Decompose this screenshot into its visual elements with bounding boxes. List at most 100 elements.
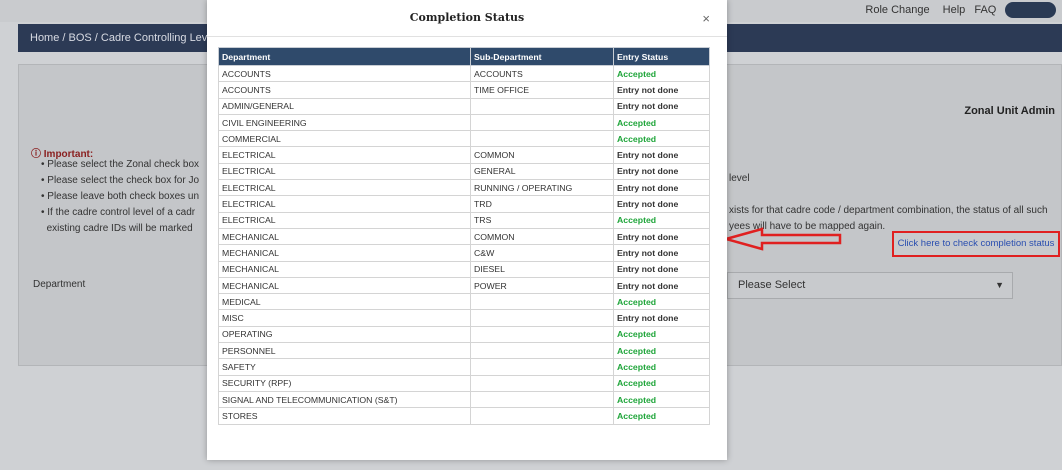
department-cell: MECHANICAL [218, 244, 471, 262]
department-select[interactable]: Please Select ▼ [727, 272, 1013, 299]
faq-link[interactable]: FAQ [974, 4, 996, 16]
department-cell: ACCOUNTS [218, 81, 471, 99]
entry-status-cell: Entry not done [613, 146, 710, 164]
entry-status-cell: Entry not done [613, 179, 710, 197]
sub-department-cell: TRD [470, 195, 614, 213]
table-row: ACCOUNTS TIME OFFICE Entry not done [218, 81, 710, 99]
sub-department-cell [470, 293, 614, 311]
sub-department-cell [470, 342, 614, 360]
sub-department-cell: COMMON [470, 146, 614, 164]
table-row: SIGNAL AND TELECOMMUNICATION (S&T) Accept… [218, 390, 710, 409]
department-cell: SAFETY [218, 358, 471, 376]
sub-department-cell: TIME OFFICE [470, 81, 614, 99]
modal-title: Completion Status [409, 11, 525, 24]
department-cell: ACCOUNTS [218, 64, 471, 83]
department-cell: PERSONNEL [218, 342, 471, 360]
department-cell: MECHANICAL [218, 276, 471, 295]
entry-status-cell: Entry not done [613, 309, 710, 327]
alert-icon: ⓘ [31, 149, 41, 160]
instruction-item: existing cadre IDs will be marked [46, 223, 193, 234]
help-link[interactable]: Help [943, 4, 966, 16]
top-bar-links: Role Change Help FAQ [865, 2, 1056, 18]
table-row: PERSONNEL Accepted [218, 342, 710, 360]
table-row: MECHANICAL COMMON Entry not done [218, 227, 710, 246]
entry-status-cell: Accepted [613, 113, 710, 132]
entry-status-cell: Accepted [613, 374, 710, 392]
sub-department-cell [470, 97, 614, 115]
entry-status-cell: Accepted [613, 407, 710, 425]
department-cell: ADMIN/GENERAL [218, 97, 471, 115]
table-row: ELECTRICAL RUNNING / OPERATING Entry not d… [218, 179, 710, 197]
role-change-link[interactable]: Role Change [865, 4, 929, 16]
department-cell: ELECTRICAL [218, 195, 471, 213]
department-cell: STORES [218, 407, 471, 425]
entry-status-cell: Entry not done [613, 162, 710, 181]
entry-status-cell: Entry not done [613, 260, 710, 278]
department-cell: MISC [218, 309, 471, 327]
department-cell: MECHANICAL [218, 227, 471, 246]
user-menu-button[interactable] [1005, 2, 1056, 18]
sub-department-cell [470, 325, 614, 344]
table-row: MECHANICAL DIESEL Entry not done [218, 260, 710, 278]
sub-department-cell: TRS [470, 211, 614, 229]
department-cell: SIGNAL AND TELECOMMUNICATION (S&T) [218, 390, 471, 409]
sub-department-cell: POWER [470, 276, 614, 295]
table-row: ELECTRICAL COMMON Entry not done [218, 146, 710, 164]
entry-status-cell: Entry not done [613, 244, 710, 262]
column-header-entry-status: Entry Status [613, 47, 710, 66]
instruction-item: • If the cadre control level of a cadr [41, 207, 196, 218]
entry-status-cell: Accepted [613, 211, 710, 229]
table-row: COMMERCIAL Accepted [218, 130, 710, 148]
completion-status-modal: Completion Status × Department Sub-Depar… [207, 0, 727, 460]
sub-department-cell: DIESEL [470, 260, 614, 278]
user-role-label: Zonal Unit Admin [964, 105, 1055, 117]
entry-status-cell: Accepted [613, 358, 710, 376]
table-row: ADMIN/GENERAL Entry not done [218, 97, 710, 115]
completion-status-table: Department Sub-Department Entry Status A… [218, 47, 710, 425]
check-completion-status-link[interactable]: Click here to check completion status [892, 231, 1060, 257]
department-cell: MEDICAL [218, 293, 471, 311]
table-header-row: Department Sub-Department Entry Status [218, 47, 710, 66]
instruction-fragment: level [729, 173, 750, 184]
entry-status-cell: Accepted [613, 390, 710, 409]
entry-status-cell: Entry not done [613, 195, 710, 213]
entry-status-cell: Entry not done [613, 81, 710, 99]
department-cell: SECURITY (RPF) [218, 374, 471, 392]
sub-department-cell [470, 390, 614, 409]
department-cell: ELECTRICAL [218, 146, 471, 164]
table-row: OPERATING Accepted [218, 325, 710, 344]
entry-status-cell: Accepted [613, 64, 710, 83]
table-row: CIVIL ENGINEERING Accepted [218, 113, 710, 132]
department-cell: ELECTRICAL [218, 179, 471, 197]
entry-status-cell: Entry not done [613, 276, 710, 295]
table-row: ELECTRICAL TRS Accepted [218, 211, 710, 229]
table-row: ELECTRICAL GENERAL Entry not done [218, 162, 710, 181]
sub-department-cell [470, 130, 614, 148]
red-arrow-annotation [722, 227, 842, 251]
table-row: MEDICAL Accepted [218, 293, 710, 311]
department-cell: MECHANICAL [218, 260, 471, 278]
entry-status-cell: Entry not done [613, 97, 710, 115]
entry-status-cell: Entry not done [613, 227, 710, 246]
sub-department-cell: C&W [470, 244, 614, 262]
instruction-item: • Please select the Zonal check box [41, 159, 200, 170]
entry-status-cell: Accepted [613, 130, 710, 148]
column-header-sub-department: Sub-Department [470, 47, 614, 66]
modal-divider [207, 36, 727, 37]
department-label: Department [33, 279, 86, 290]
sub-department-cell: COMMON [470, 227, 614, 246]
entry-status-cell: Accepted [613, 325, 710, 344]
instruction-item: • Please leave both check boxes un [41, 191, 200, 202]
instruction-fragment: xists for that cadre code / department c… [729, 205, 1048, 216]
column-header-department: Department [218, 47, 471, 66]
sub-department-cell: ACCOUNTS [470, 64, 614, 83]
table-row: MECHANICAL C&W Entry not done [218, 244, 710, 262]
table-row: ACCOUNTS ACCOUNTS Accepted [218, 64, 710, 83]
close-icon[interactable]: × [702, 11, 710, 26]
sub-department-cell [470, 374, 614, 392]
instruction-list: • Please select the Zonal check box • Pl… [41, 157, 199, 237]
table-row: SECURITY (RPF) Accepted [218, 374, 710, 392]
sub-department-cell: GENERAL [470, 162, 614, 181]
table-row: SAFETY Accepted [218, 358, 710, 376]
chevron-down-icon: ▼ [995, 280, 1004, 290]
